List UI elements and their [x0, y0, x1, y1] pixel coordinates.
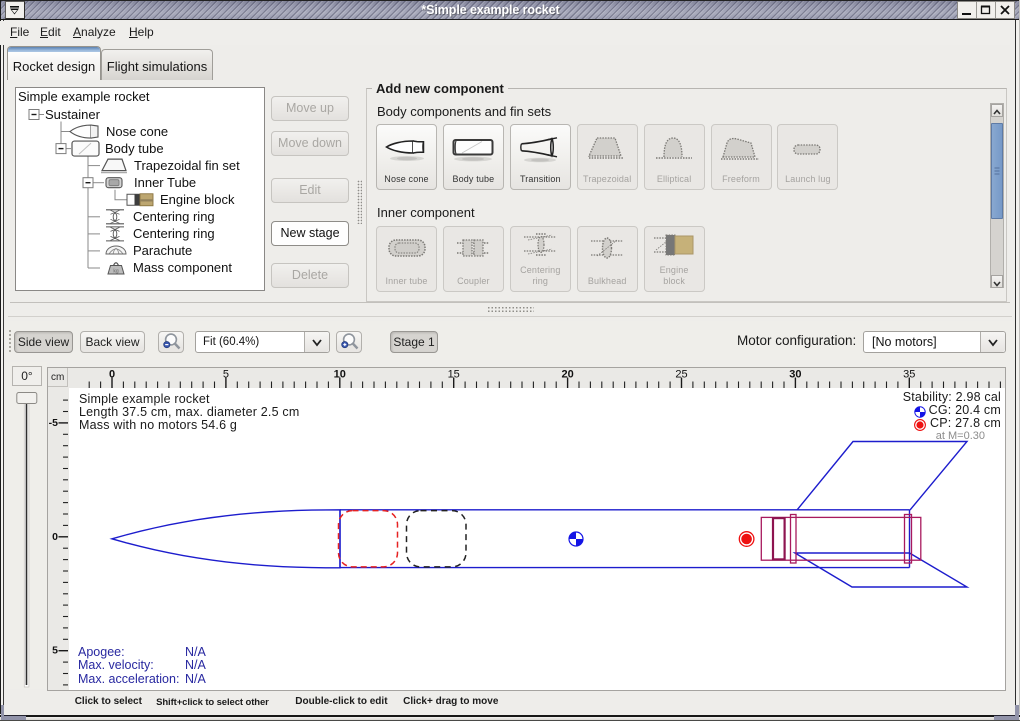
svg-text:-5: -5 — [49, 417, 58, 429]
svg-text:30: 30 — [789, 369, 801, 381]
svg-text:25: 25 — [675, 369, 687, 381]
svg-text:0: 0 — [109, 369, 115, 381]
svg-text:kg: kg — [113, 269, 119, 275]
svg-text:20: 20 — [561, 369, 573, 381]
svg-text:15: 15 — [448, 369, 460, 381]
svg-text:5: 5 — [223, 369, 229, 381]
svg-text:10: 10 — [334, 369, 346, 381]
svg-text:5: 5 — [52, 645, 58, 657]
svg-text:35: 35 — [903, 369, 915, 381]
svg-text:0: 0 — [52, 531, 58, 543]
